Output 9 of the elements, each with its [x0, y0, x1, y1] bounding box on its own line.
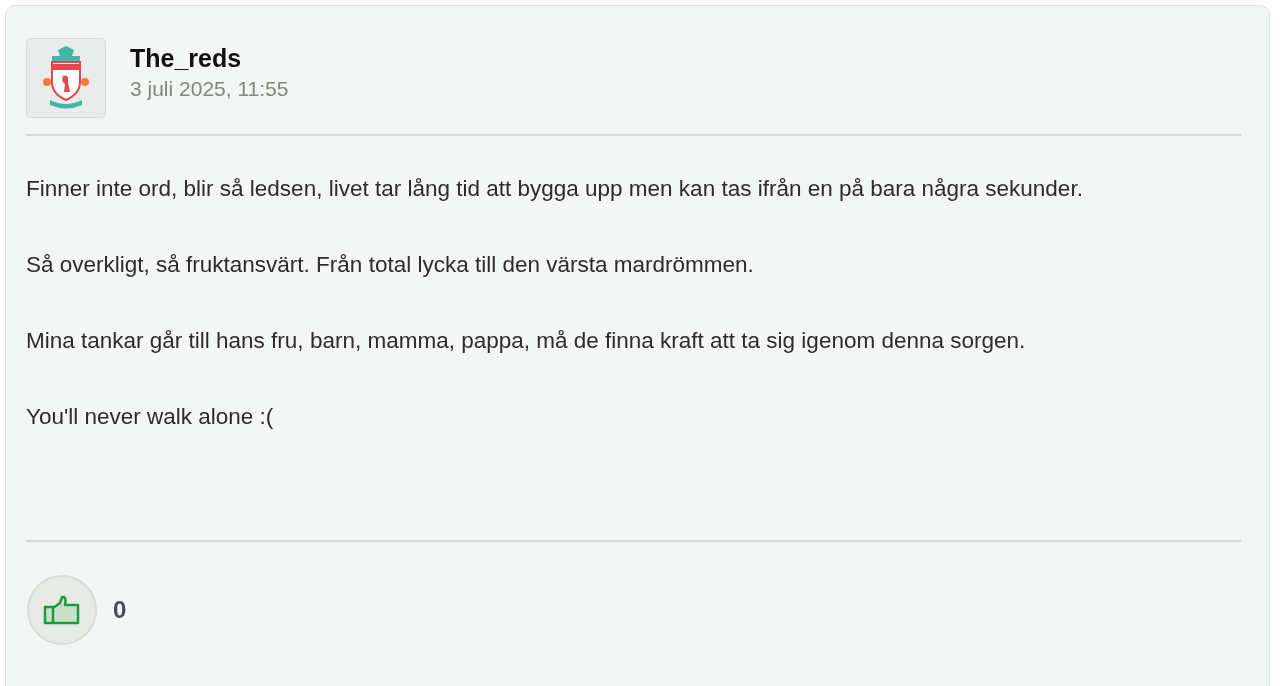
post-paragraph: Så overkligt, så fruktansvärt. Från total lycka till den värsta mardrömmen. — [26, 251, 755, 279]
like-count: 0 — [113, 595, 127, 625]
post-paragraph: Finner inte ord, blir så ledsen, livet tar lång tid att bygga upp men kan tas ifrån en på bara några sekunder. — [26, 175, 1084, 203]
author-name[interactable]: The_reds — [130, 43, 289, 73]
post-timestamp: 3 juli 2025, 11:55 — [130, 76, 289, 102]
post-paragraph: You'll never walk alone :( — [26, 403, 275, 431]
crest-icon — [42, 46, 90, 110]
post-paragraph: Mina tankar går till hans fru, barn, mamma, pappa, må de finna kraft att ta sig igenom denna sorgen. — [26, 327, 1027, 355]
thumbs-up-icon — [43, 595, 81, 625]
